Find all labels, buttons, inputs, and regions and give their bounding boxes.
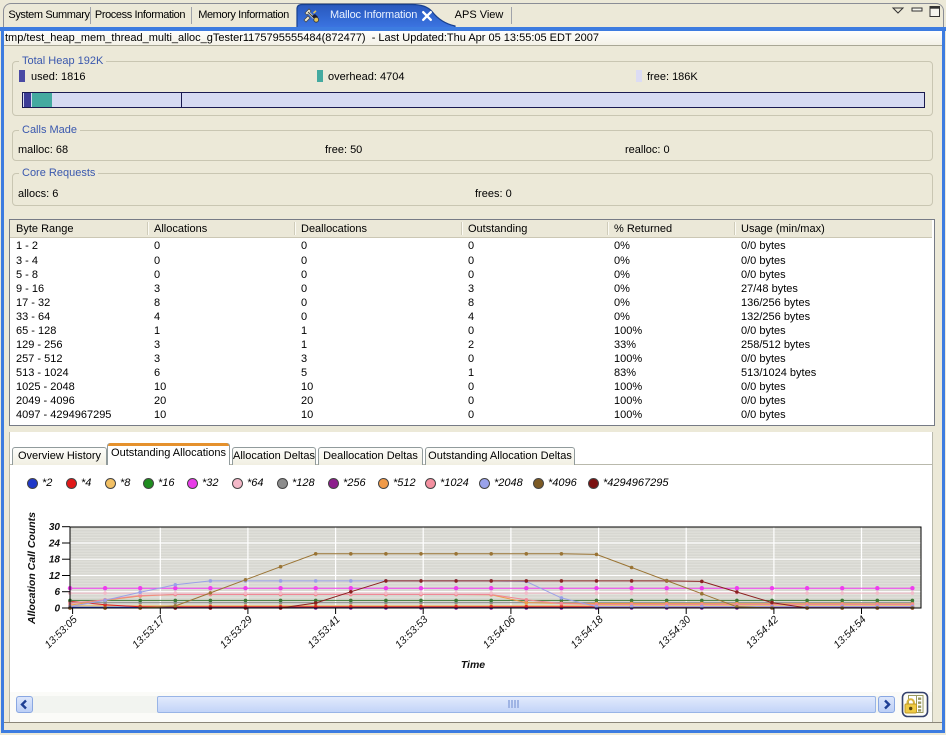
svg-text:0: 0 [54,604,60,615]
svg-text:18: 18 [49,555,61,566]
svg-text:13:53:53: 13:53:53 [393,614,430,651]
svg-text:30: 30 [49,522,61,533]
svg-text:6: 6 [54,587,60,598]
svg-text:13:54:06: 13:54:06 [481,614,518,651]
svg-text:13:53:05: 13:53:05 [42,614,79,651]
svg-text:12: 12 [49,571,61,582]
svg-text:13:54:30: 13:54:30 [656,614,693,651]
svg-text:13:54:54: 13:54:54 [831,614,868,651]
svg-text:Time: Time [461,659,485,671]
svg-text:13:53:41: 13:53:41 [305,614,342,651]
svg-text:13:54:18: 13:54:18 [568,614,605,651]
svg-text:Allocation Call Counts: Allocation Call Counts [26,512,38,625]
svg-text:13:53:29: 13:53:29 [218,614,255,651]
svg-text:13:54:42: 13:54:42 [744,614,781,651]
svg-text:24: 24 [48,539,61,550]
svg-text:13:53:17: 13:53:17 [130,613,168,651]
